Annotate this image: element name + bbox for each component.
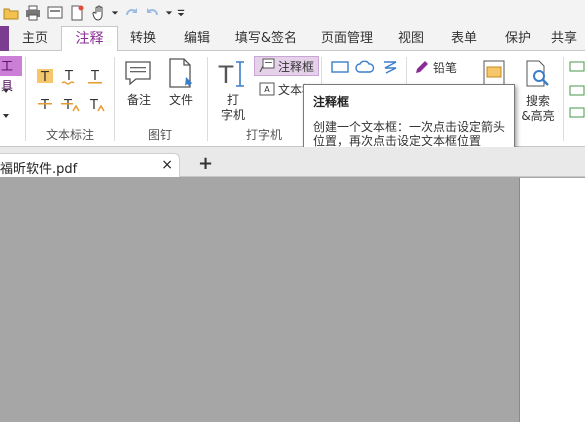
rectangle-icon[interactable] <box>331 60 349 77</box>
pencil-button-label: 铅笔 <box>433 60 458 75</box>
svg-text:T: T <box>90 69 99 84</box>
textbox-icon: A <box>259 82 275 96</box>
tab-page-management[interactable]: 页面管理 <box>314 26 380 51</box>
typewriter-icon[interactable]: T <box>218 59 248 92</box>
tab-share[interactable]: 共享 <box>551 26 585 51</box>
file-button-label[interactable]: 文件 <box>166 93 196 108</box>
new-document-icon[interactable] <box>66 2 88 24</box>
document-canvas[interactable] <box>0 178 585 422</box>
tab-protect[interactable]: 保护 <box>498 26 538 51</box>
undo-icon[interactable] <box>142 2 164 24</box>
tab-view[interactable]: 视图 <box>392 26 430 51</box>
divider <box>114 57 115 141</box>
highlight-text-icon[interactable]: T <box>36 67 54 88</box>
replace-text-icon[interactable]: T <box>60 95 80 116</box>
divider <box>25 57 26 141</box>
callout-button-label: 注释框 <box>278 59 315 74</box>
document-tab-title: 福昕软件.pdf <box>0 162 78 177</box>
underline-text-icon[interactable]: T <box>60 67 78 88</box>
list-icon[interactable] <box>569 59 585 126</box>
typewriter-label-line1: 打 <box>226 93 239 107</box>
chevron-down-icon[interactable] <box>2 84 10 98</box>
group-label-stamp: 图钉 <box>147 128 172 142</box>
svg-text:T: T <box>89 98 98 113</box>
new-tab-button[interactable]: + <box>198 153 213 174</box>
insert-text-icon[interactable]: T <box>86 95 106 116</box>
tab-fill-sign[interactable]: 填写&签名 <box>232 26 300 51</box>
svg-text:T: T <box>40 98 49 113</box>
redo-icon[interactable] <box>120 2 142 24</box>
cloud-icon[interactable] <box>355 59 375 78</box>
tooltip-body-line2: 位置，再次点击设定文本框位置 <box>313 134 482 148</box>
callout-icon <box>259 58 275 73</box>
note-icon[interactable] <box>124 59 152 90</box>
typewriter-button-label[interactable]: 打 字机 <box>220 93 246 123</box>
customize-toolbar-icon[interactable] <box>174 2 188 24</box>
strikeout-text-icon[interactable]: T <box>36 95 54 116</box>
document-tab-bar: 福昕软件.pdf × + <box>0 147 585 177</box>
document-tab[interactable]: 福昕软件.pdf × <box>0 153 180 177</box>
divider <box>207 57 208 141</box>
tab-comment[interactable]: 注释 <box>61 26 118 52</box>
ribbon-tab-bar: 主页 注释 转换 编辑 填写&签名 页面管理 视图 表单 保护 共享 <box>0 26 585 52</box>
file-menu-button[interactable] <box>0 26 9 51</box>
chevron-down-icon[interactable] <box>164 2 174 24</box>
tab-form[interactable]: 表单 <box>444 26 484 51</box>
group-label-text-markup: 文本标注 <box>45 128 94 142</box>
chevron-down-icon[interactable] <box>2 109 10 123</box>
group-label-typewriter: 打字机 <box>245 128 282 142</box>
search-highlight-icon[interactable] <box>524 59 552 92</box>
callout-button[interactable]: 注释框 <box>254 56 320 76</box>
search-label-line2: &高亮 <box>521 109 555 123</box>
close-icon[interactable]: × <box>161 157 173 173</box>
tooltip-body: 创建一个文本框：一次点击设定箭头 位置，再次点击设定文本框位置 <box>313 120 505 148</box>
quick-access-toolbar <box>0 0 585 26</box>
svg-text:T: T <box>40 70 49 85</box>
folder-icon[interactable] <box>0 2 22 24</box>
file-attachment-icon[interactable] <box>166 57 196 92</box>
print-icon[interactable] <box>22 2 44 24</box>
tooltip-body-line1: 创建一个文本框：一次点击设定箭头 <box>313 120 506 134</box>
divider <box>563 57 564 141</box>
tools-button[interactable]: 工具 <box>0 56 22 93</box>
pdf-page[interactable] <box>519 178 585 422</box>
pencil-icon <box>416 61 428 73</box>
chevron-down-icon[interactable] <box>110 2 120 24</box>
svg-text:A: A <box>264 85 270 94</box>
pencil-button[interactable]: 铅笔 <box>414 57 457 77</box>
hand-tool-icon[interactable] <box>88 2 110 24</box>
polyline-icon[interactable] <box>381 59 399 78</box>
tab-convert[interactable]: 转换 <box>122 26 164 51</box>
tab-edit[interactable]: 编辑 <box>174 26 220 51</box>
svg-text:T: T <box>218 61 234 89</box>
search-label-line1: 搜索 <box>525 94 550 108</box>
tooltip: 注释框 创建一个文本框：一次点击设定箭头 位置，再次点击设定文本框位置 <box>303 84 515 155</box>
screen-icon[interactable] <box>44 2 66 24</box>
tooltip-title: 注释框 <box>313 95 350 109</box>
typewriter-label-line2: 字机 <box>220 108 245 122</box>
note-button-label[interactable]: 备注 <box>122 93 156 108</box>
search-highlight-button-label[interactable]: 搜索 &高亮 <box>518 94 558 124</box>
tab-home[interactable]: 主页 <box>14 26 56 51</box>
svg-text:T: T <box>63 98 72 113</box>
squiggly-text-icon[interactable]: T <box>86 67 104 88</box>
